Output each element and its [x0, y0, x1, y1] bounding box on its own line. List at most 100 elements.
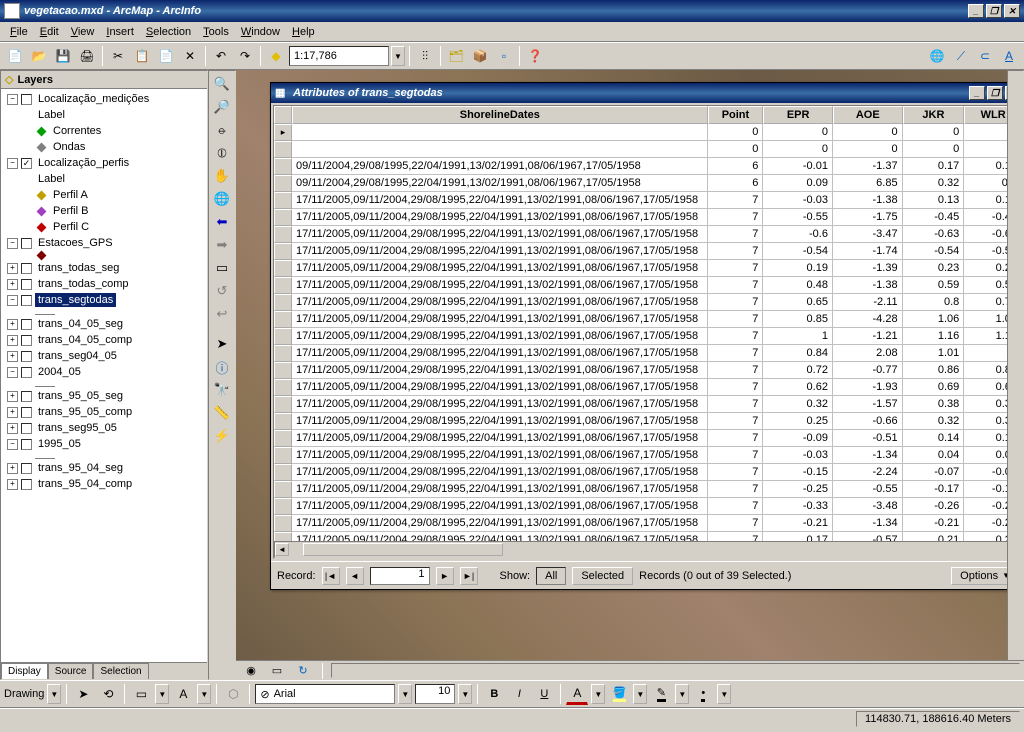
expander-icon[interactable]: + — [7, 391, 18, 402]
tree-node[interactable]: +trans_04_05_seg — [3, 316, 205, 332]
table-cell[interactable]: 7 — [708, 226, 764, 243]
back-icon[interactable]: ⬅ — [211, 211, 233, 233]
table-row[interactable]: 17/11/2005,09/11/2004,29/08/1995,22/04/1… — [274, 447, 1022, 464]
pointer-icon[interactable]: ➤ — [211, 333, 233, 355]
delete-button[interactable]: ✕ — [179, 45, 201, 67]
menu-view[interactable]: View — [65, 24, 101, 40]
table-cell[interactable]: 0.32 — [763, 396, 833, 413]
table-cell[interactable]: -1.39 — [833, 260, 903, 277]
col-shorelinedates[interactable]: ShorelineDates — [292, 106, 708, 124]
copy-button[interactable]: 📋 — [131, 45, 153, 67]
table-cell[interactable]: 7 — [708, 243, 764, 260]
table-cell[interactable]: -0.01 — [763, 158, 833, 175]
command-button[interactable]: ▫ — [493, 45, 515, 67]
layer-checkbox[interactable] — [21, 391, 32, 402]
next-record-button[interactable]: ► — [436, 567, 454, 585]
hyperlink-icon[interactable]: ⚡ — [211, 425, 233, 447]
table-cell[interactable]: 0.62 — [763, 379, 833, 396]
table-cell[interactable]: 17/11/2005,09/11/2004,29/08/1995,22/04/1… — [292, 277, 708, 294]
table-cell[interactable]: -0.54 — [763, 243, 833, 260]
layer-checkbox[interactable] — [21, 407, 32, 418]
expander-icon[interactable]: + — [7, 407, 18, 418]
row-selector[interactable] — [274, 311, 292, 328]
tree-node[interactable]: +trans_04_05_comp — [3, 332, 205, 348]
italic-button[interactable]: I — [508, 683, 530, 705]
layer-checkbox[interactable] — [21, 295, 32, 306]
attribute-title-bar[interactable]: ▦ Attributes of trans_segtodas _ ❐ ✕ — [271, 83, 1024, 103]
table-cell[interactable]: 17/11/2005,09/11/2004,29/08/1995,22/04/1… — [292, 396, 708, 413]
tree-label[interactable]: trans_todas_seg — [35, 261, 122, 275]
tree-node[interactable] — [3, 251, 205, 260]
table-row[interactable]: 17/11/2005,09/11/2004,29/08/1995,22/04/1… — [274, 464, 1022, 481]
table-cell[interactable]: 0 — [833, 124, 903, 141]
table-cell[interactable]: 0.48 — [763, 277, 833, 294]
font-select[interactable]: ⊘Arial — [255, 684, 395, 704]
table-cell[interactable]: 0.59 — [903, 277, 965, 294]
table-cell[interactable]: 0.14 — [903, 430, 965, 447]
table-cell[interactable]: -0.77 — [833, 362, 903, 379]
table-cell[interactable]: 0.25 — [763, 413, 833, 430]
tree-label[interactable]: 2004_05 — [35, 365, 84, 379]
menu-help[interactable]: Help — [286, 24, 321, 40]
table-cell[interactable]: 0.32 — [903, 175, 965, 192]
table-cell[interactable]: -0.17 — [903, 481, 965, 498]
fill-color-dropdown[interactable]: ▼ — [633, 684, 647, 704]
open-button[interactable]: 📂 — [28, 45, 50, 67]
table-cell[interactable]: 0.72 — [763, 362, 833, 379]
table-cell[interactable]: 6 — [708, 158, 764, 175]
table-row[interactable]: ▸00000 — [274, 124, 1022, 141]
table-row[interactable]: 17/11/2005,09/11/2004,29/08/1995,22/04/1… — [274, 345, 1022, 362]
table-cell[interactable]: -0.51 — [833, 430, 903, 447]
curve-tool-button[interactable]: ⟋ — [950, 45, 972, 67]
edit-vertices-icon[interactable]: ⬡ — [222, 683, 244, 705]
tree-node[interactable] — [3, 452, 205, 460]
tree-node[interactable]: +trans_seg04_05 — [3, 348, 205, 364]
line-color-dropdown[interactable]: ▼ — [675, 684, 689, 704]
expander-icon[interactable]: − — [7, 295, 18, 306]
table-cell[interactable]: -4.28 — [833, 311, 903, 328]
table-cell[interactable]: 0.8 — [903, 294, 965, 311]
table-cell[interactable]: -1.75 — [833, 209, 903, 226]
row-selector[interactable] — [274, 362, 292, 379]
table-cell[interactable]: 7 — [708, 311, 764, 328]
table-cell[interactable]: 17/11/2005,09/11/2004,29/08/1995,22/04/1… — [292, 498, 708, 515]
table-row[interactable]: 17/11/2005,09/11/2004,29/08/1995,22/04/1… — [274, 260, 1022, 277]
table-cell[interactable]: 6 — [708, 175, 764, 192]
table-cell[interactable]: 7 — [708, 532, 764, 541]
table-cell[interactable]: 0.19 — [763, 260, 833, 277]
font-color-button[interactable]: A — [566, 683, 588, 705]
close-button[interactable]: ✕ — [1004, 4, 1020, 18]
table-cell[interactable]: -1.74 — [833, 243, 903, 260]
table-cell[interactable]: 17/11/2005,09/11/2004,29/08/1995,22/04/1… — [292, 413, 708, 430]
tree-label[interactable]: trans_seg04_05 — [35, 349, 120, 363]
menu-window[interactable]: Window — [235, 24, 286, 40]
expander-icon[interactable]: − — [7, 238, 18, 249]
table-cell[interactable] — [292, 124, 708, 141]
table-cell[interactable]: 7 — [708, 277, 764, 294]
table-cell[interactable]: 09/11/2004,29/08/1995,22/04/1991,13/02/1… — [292, 175, 708, 192]
table-row[interactable]: 09/11/2004,29/08/1995,22/04/1991,13/02/1… — [274, 175, 1022, 192]
table-cell[interactable]: 2.08 — [833, 345, 903, 362]
table-cell[interactable]: 1.06 — [903, 311, 965, 328]
row-selector[interactable] — [274, 464, 292, 481]
save-button[interactable]: 💾 — [52, 45, 74, 67]
draw-rectangle-icon[interactable]: ▭ — [130, 683, 152, 705]
table-row[interactable]: 17/11/2005,09/11/2004,29/08/1995,22/04/1… — [274, 413, 1022, 430]
row-selector[interactable] — [274, 277, 292, 294]
tree-label[interactable]: Perfil B — [50, 204, 91, 218]
layer-checkbox[interactable] — [21, 463, 32, 474]
tree-node[interactable]: Perfil B — [3, 203, 205, 219]
tree-node[interactable]: +trans_95_04_comp — [3, 476, 205, 492]
table-cell[interactable]: -2.24 — [833, 464, 903, 481]
table-cell[interactable]: 1 — [763, 328, 833, 345]
table-cell[interactable]: 17/11/2005,09/11/2004,29/08/1995,22/04/1… — [292, 294, 708, 311]
expander-icon[interactable]: + — [7, 335, 18, 346]
table-row[interactable]: 17/11/2005,09/11/2004,29/08/1995,22/04/1… — [274, 226, 1022, 243]
table-cell[interactable]: 7 — [708, 464, 764, 481]
tree-label[interactable]: Perfil A — [50, 188, 91, 202]
row-selector[interactable] — [274, 515, 292, 532]
table-cell[interactable]: 0 — [833, 141, 903, 158]
tree-node[interactable]: −trans_segtodas — [3, 292, 205, 308]
table-cell[interactable]: -0.66 — [833, 413, 903, 430]
tree-node[interactable]: +trans_todas_seg — [3, 260, 205, 276]
